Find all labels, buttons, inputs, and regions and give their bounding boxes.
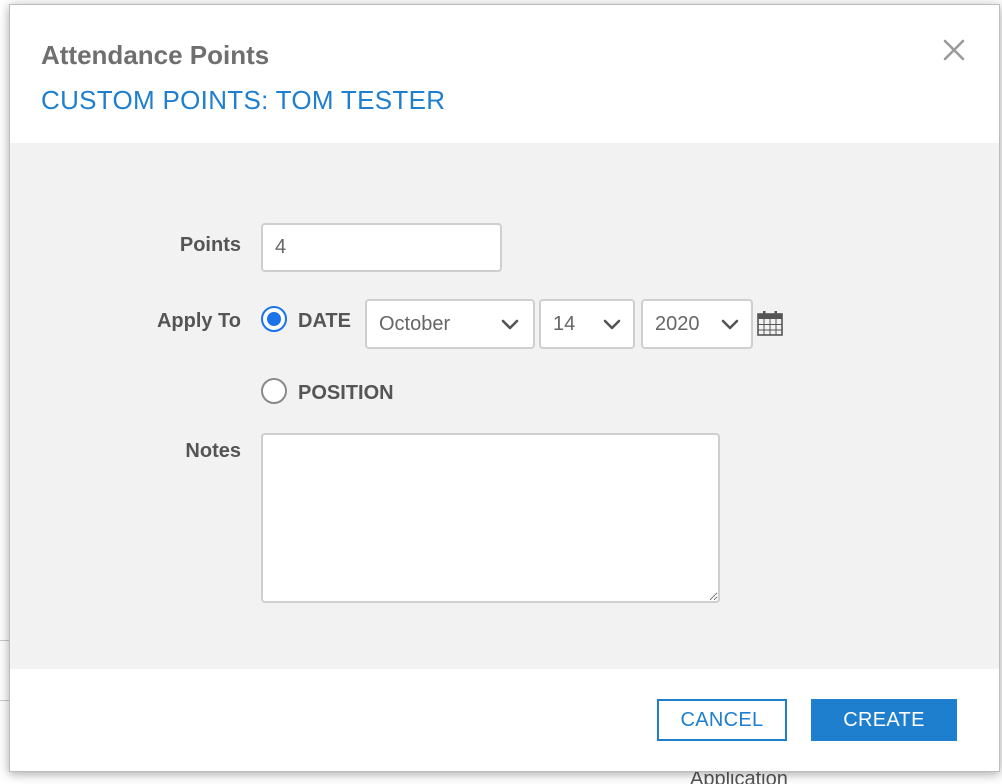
month-select[interactable]: October <box>365 299 535 349</box>
day-select-value: 14 <box>553 313 576 335</box>
background-divider <box>0 640 9 641</box>
calendar-button[interactable] <box>756 309 784 342</box>
points-label: Points <box>179 234 241 256</box>
background-divider <box>0 700 9 701</box>
modal-title: Attendance Points <box>41 40 270 70</box>
month-select-value: October <box>379 313 451 335</box>
apply-to-label: Apply To <box>156 310 241 332</box>
year-select-value: 2020 <box>655 313 700 335</box>
modal-body: Points Apply To DATE October 14 2020 <box>10 143 999 669</box>
day-select[interactable]: 14 <box>539 299 635 349</box>
date-radio[interactable] <box>261 306 287 332</box>
chevron-down-icon <box>721 319 739 330</box>
position-radio-label[interactable]: POSITION <box>298 382 394 405</box>
points-input[interactable] <box>261 223 502 272</box>
chevron-down-icon <box>603 319 621 330</box>
calendar-icon <box>757 311 783 336</box>
modal-header: Attendance Points CUSTOM POINTS: TOM TES… <box>10 5 999 143</box>
notes-label: Notes <box>185 440 241 462</box>
date-radio-label[interactable]: DATE <box>298 310 351 333</box>
chevron-down-icon <box>501 319 519 330</box>
close-icon <box>943 39 965 61</box>
modal-footer: CANCEL CREATE <box>10 669 999 771</box>
close-button[interactable] <box>939 35 969 65</box>
year-select[interactable]: 2020 <box>641 299 753 349</box>
cancel-button[interactable]: CANCEL <box>657 699 787 741</box>
notes-textarea[interactable] <box>261 433 720 603</box>
create-button[interactable]: CREATE <box>811 699 957 741</box>
position-radio[interactable] <box>261 378 287 404</box>
modal-subtitle: CUSTOM POINTS: TOM TESTER <box>41 85 446 115</box>
attendance-points-modal: Attendance Points CUSTOM POINTS: TOM TES… <box>9 4 1000 772</box>
